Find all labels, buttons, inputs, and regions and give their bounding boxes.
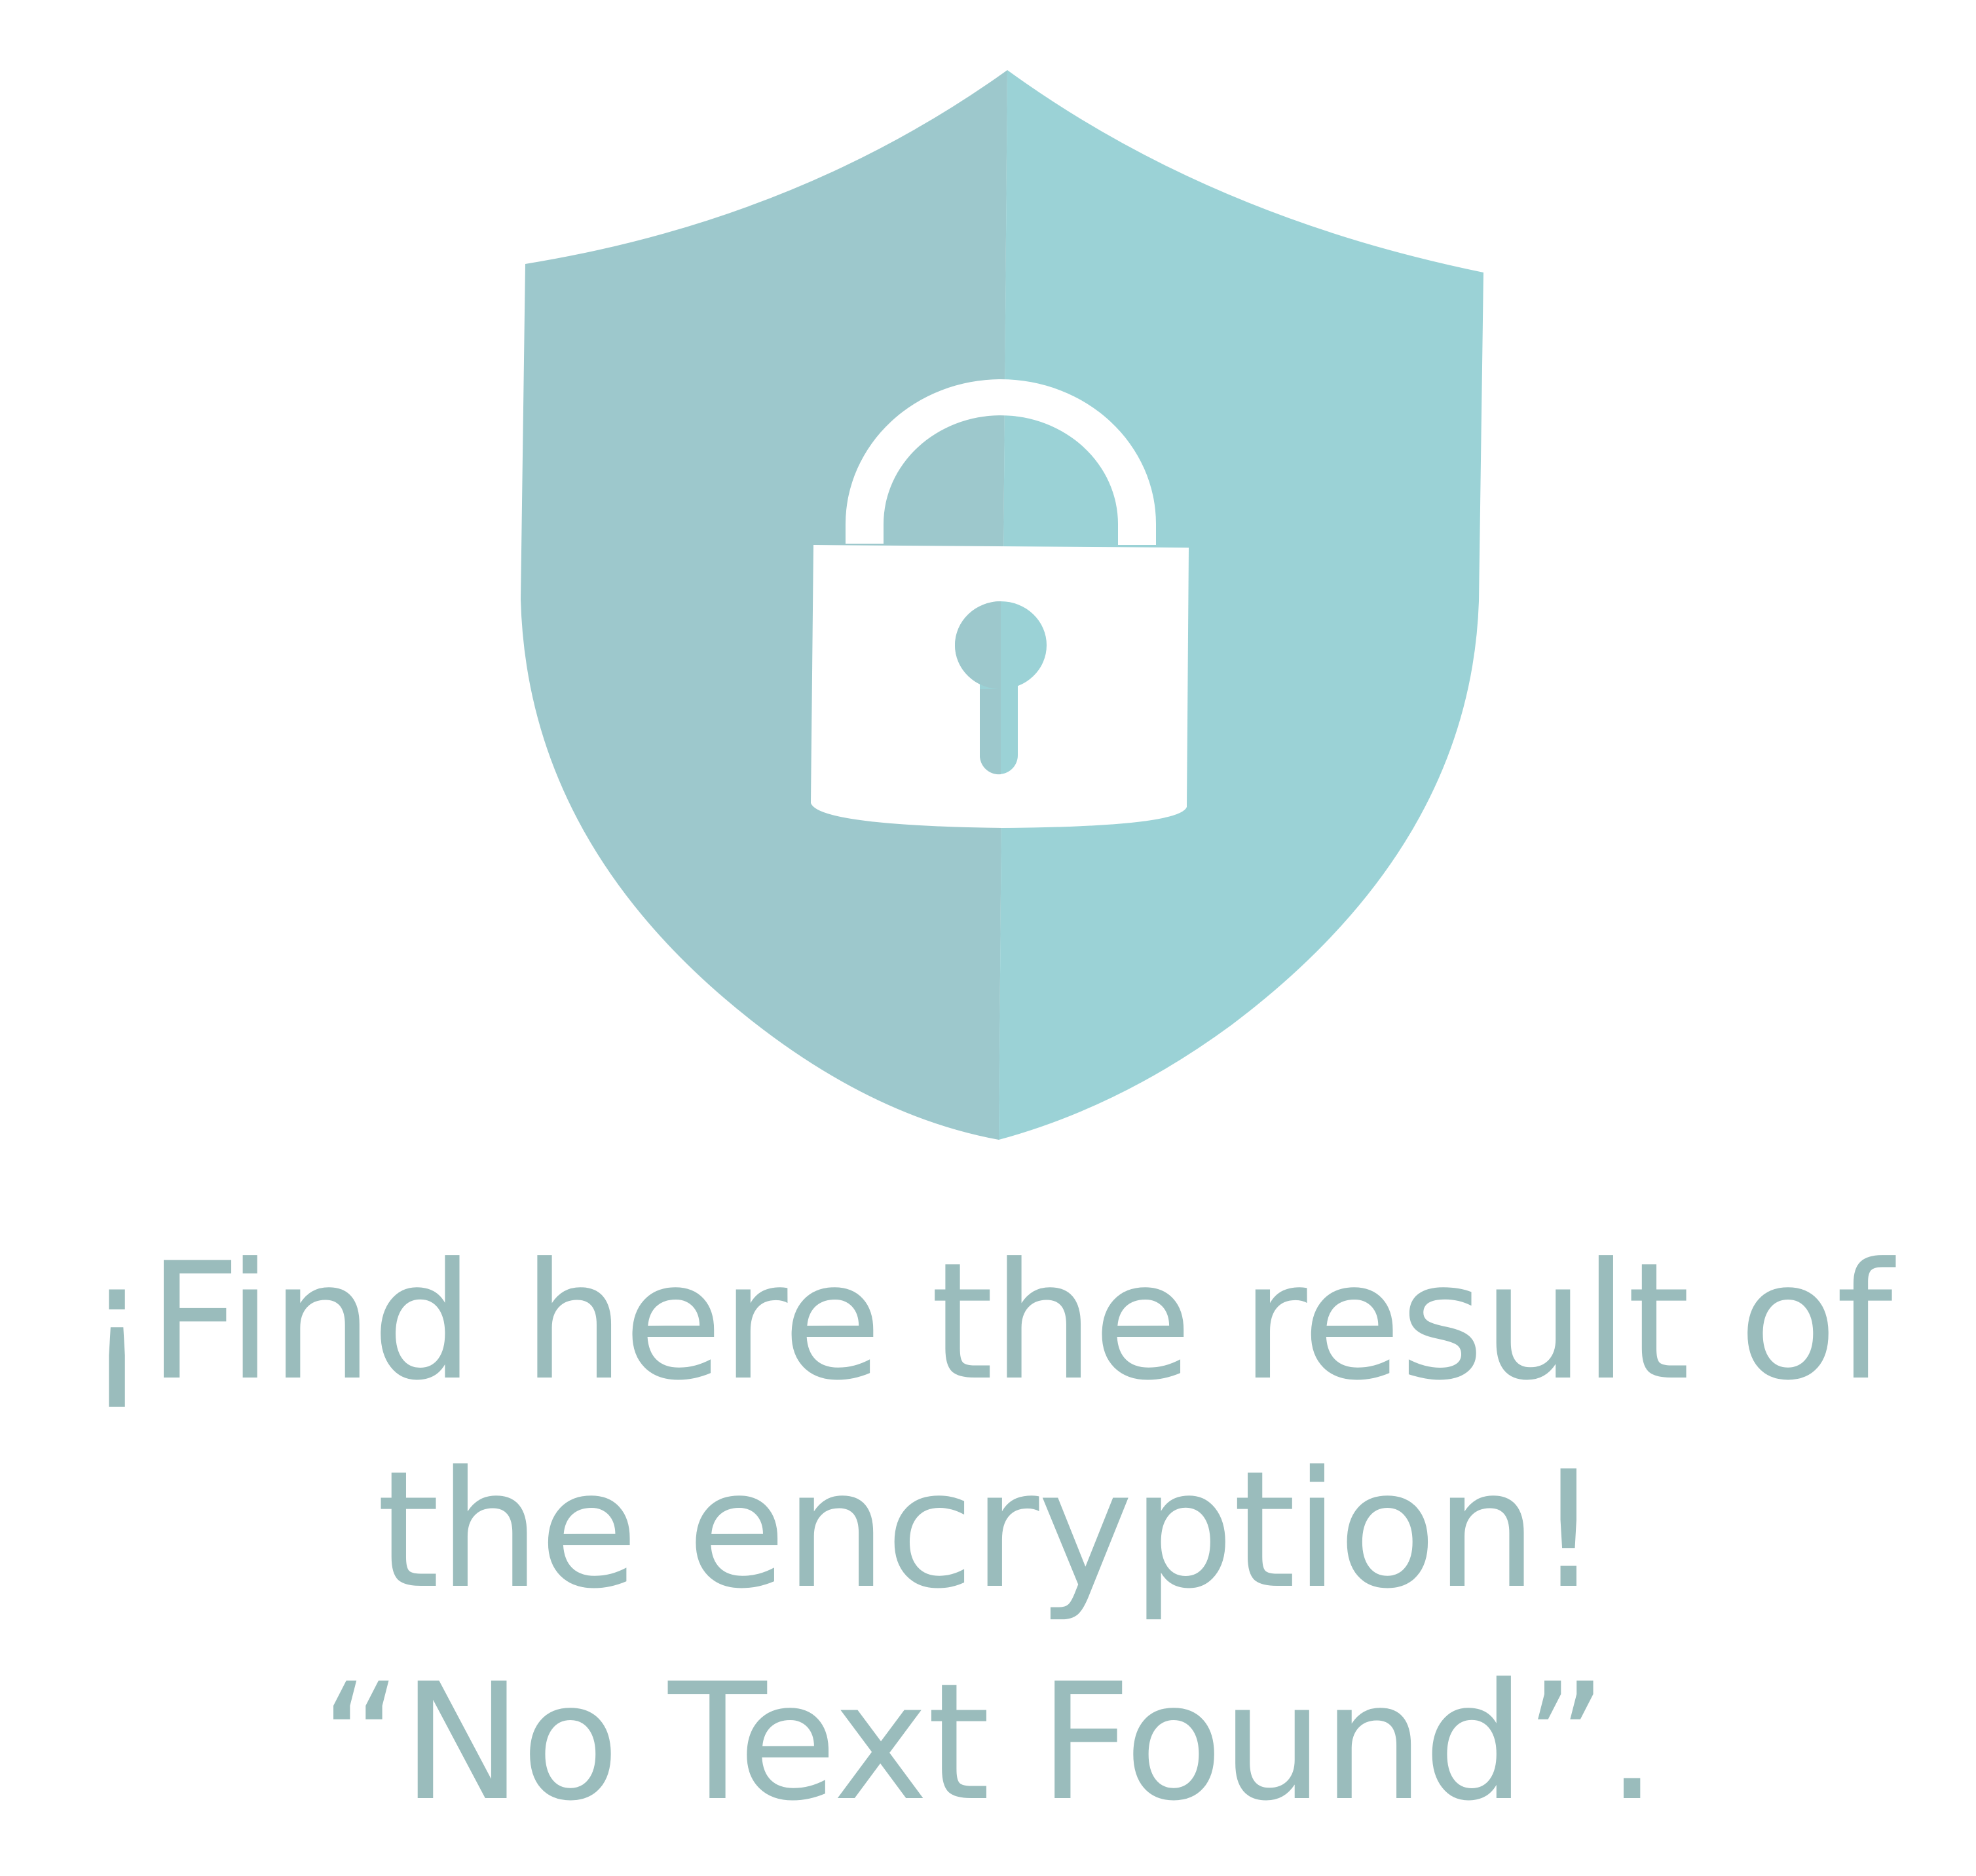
result-text: “No Text Found”. [320, 1649, 1658, 1837]
shield-icon [521, 70, 1483, 1140]
headline-text: ¡Find here the result of the encryption! [84, 1229, 1893, 1624]
shield-graphic [0, 0, 1976, 1166]
page: { "message": { "headline": "¡Find here t… [0, 0, 1976, 1876]
encryption-message: ¡Find here the result of the encryption!… [0, 1218, 1976, 1847]
